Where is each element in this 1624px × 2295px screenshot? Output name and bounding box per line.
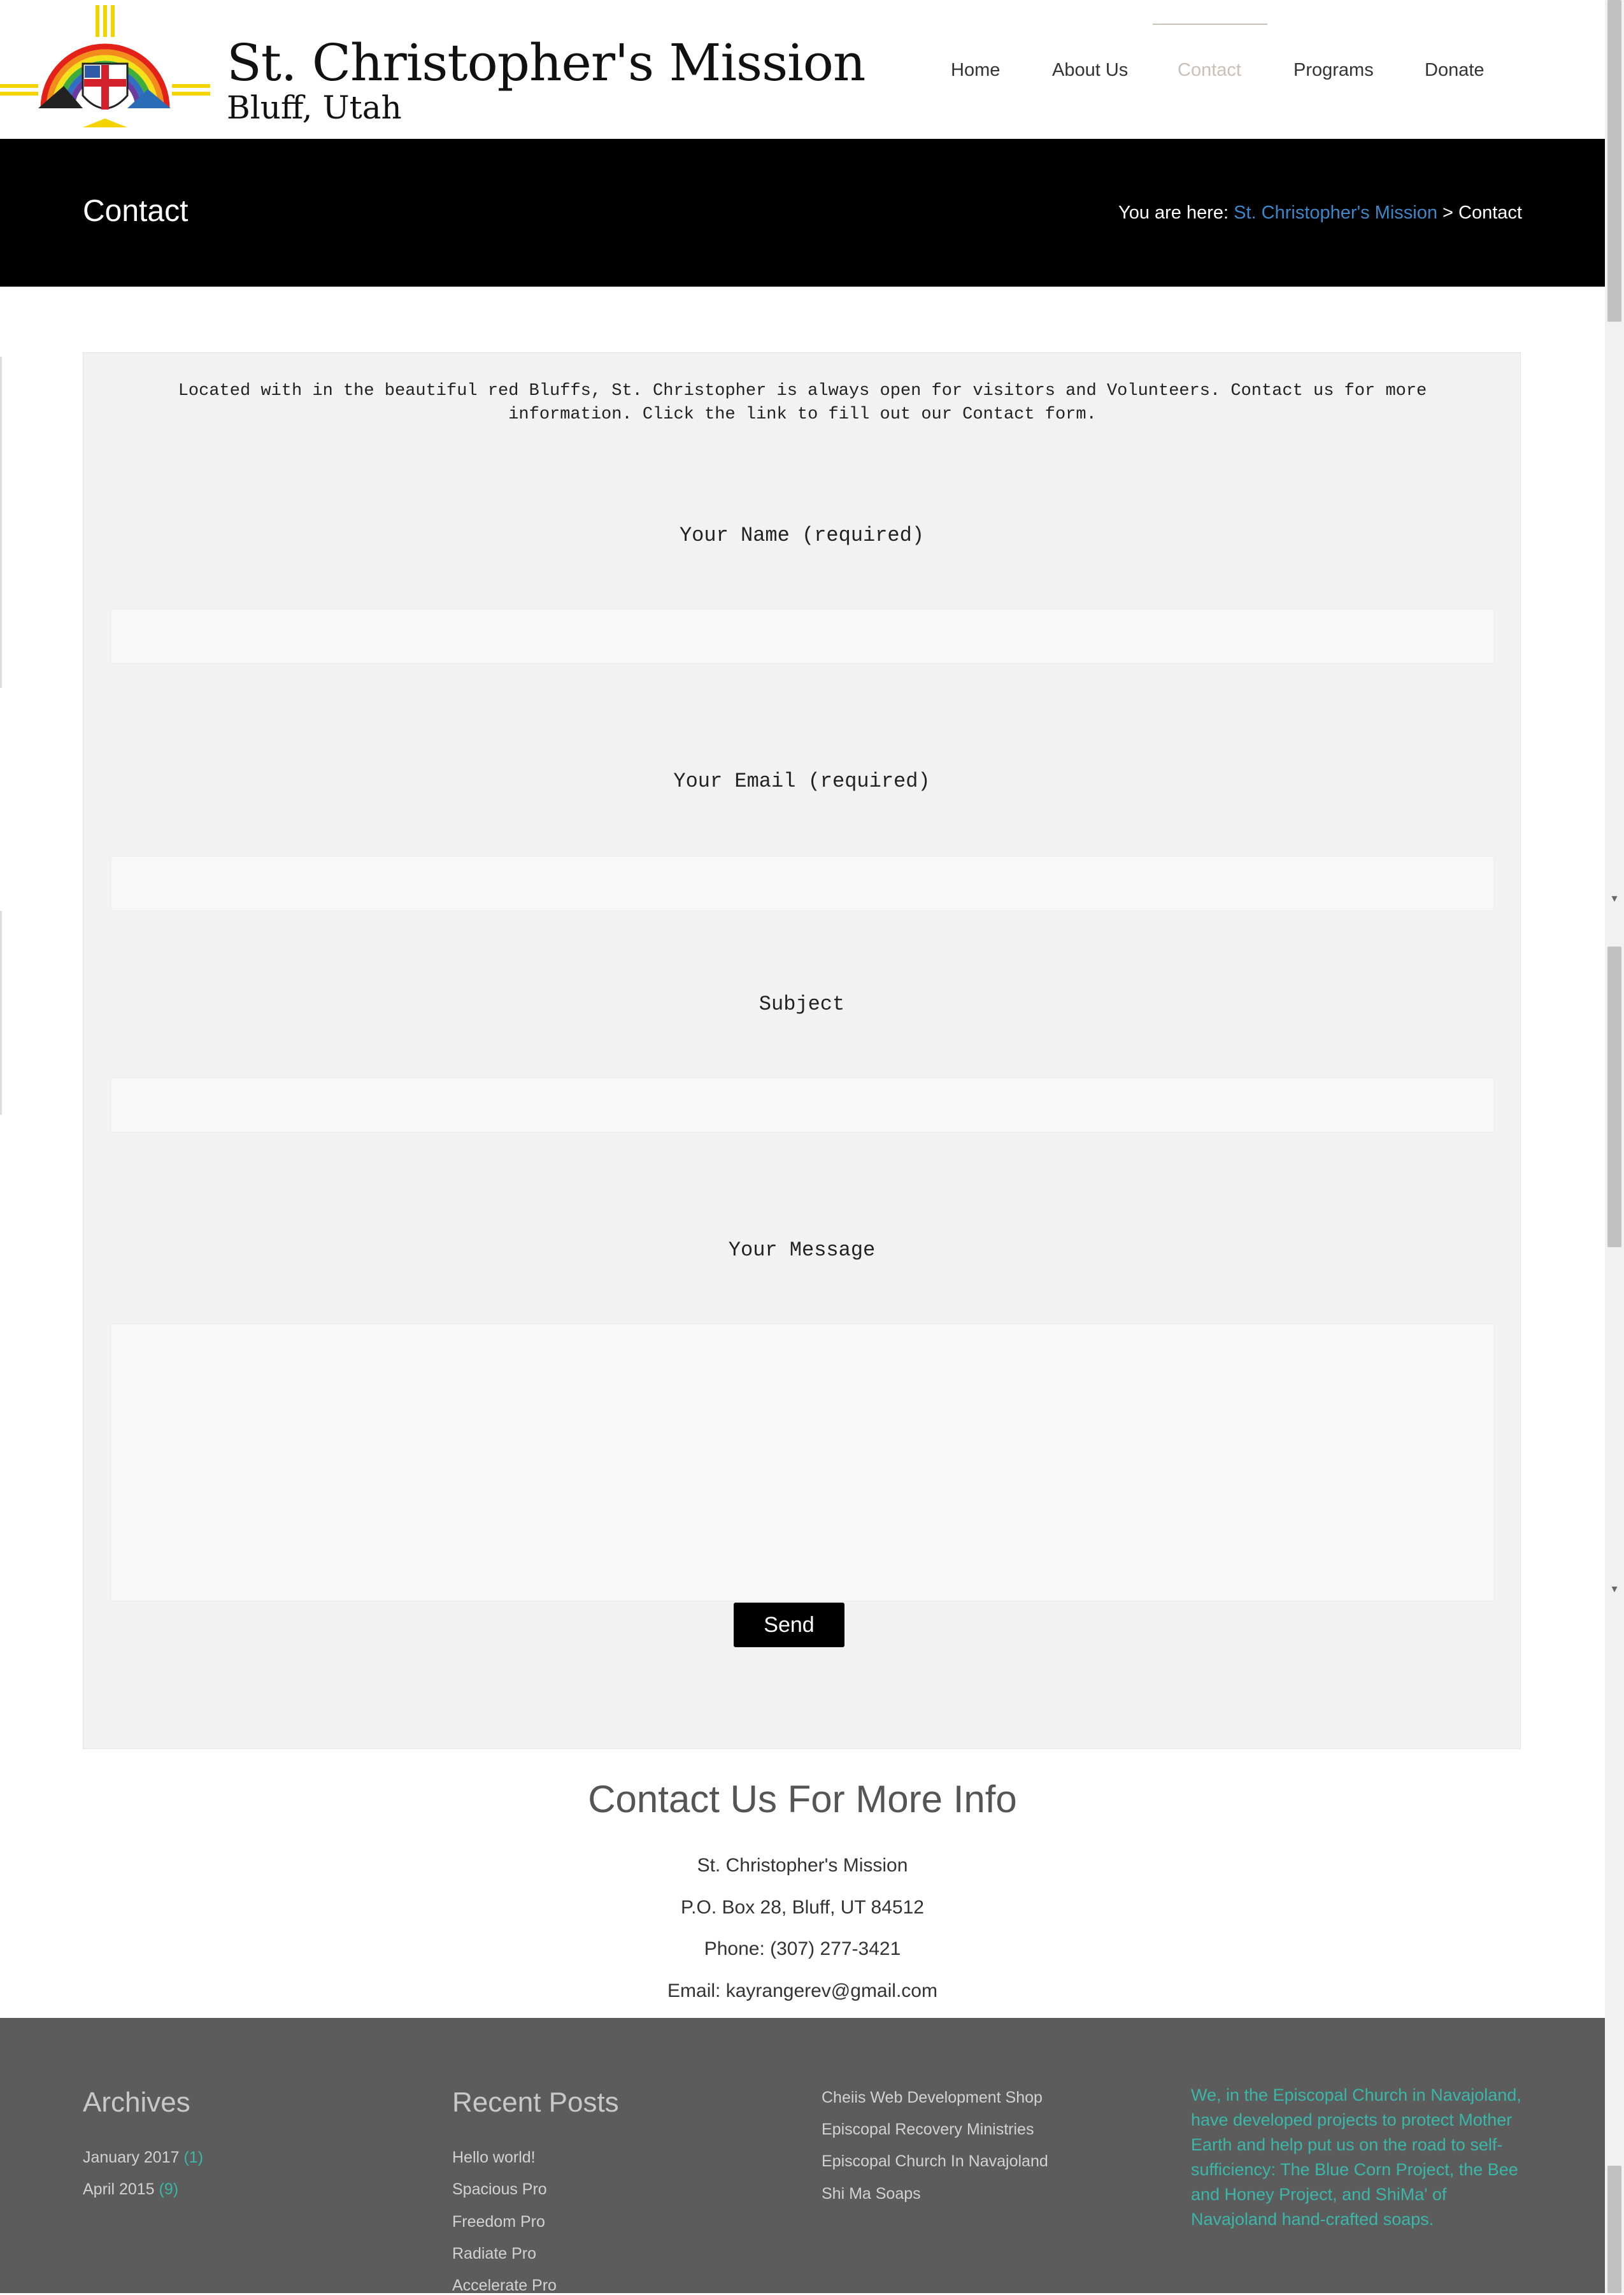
recent-post-link[interactable]: Accelerate Pro	[452, 2277, 557, 2295]
message-field[interactable]	[111, 1324, 1494, 1601]
name-label: Your Name (required)	[679, 524, 925, 547]
footer-link[interactable]: Cheiis Web Development Shop	[822, 2089, 1043, 2107]
recent-post-link[interactable]: Freedom Pro	[452, 2213, 545, 2231]
brand-subtitle: Bluff, Utah	[227, 89, 402, 126]
footer-link[interactable]: Episcopal Church In Navajoland	[822, 2152, 1048, 2171]
breadcrumb-home-link[interactable]: St. Christopher's Mission	[1234, 203, 1437, 223]
scrollbar-thumb[interactable]	[1607, 2166, 1621, 2293]
scrollbar-thumb[interactable]	[1607, 0, 1621, 322]
breadcrumb-separator: >	[1442, 203, 1453, 223]
left-edge-divider	[0, 911, 2, 1115]
site-header: St. Christopher's Mission Bluff, Utah Ho…	[0, 0, 1605, 139]
footer-mission-blurb: We, in the Episcopal Church in Navajolan…	[1191, 2085, 1521, 2229]
footer-link[interactable]: Shi Ma Soaps	[822, 2185, 921, 2203]
left-edge-divider	[0, 357, 2, 688]
scrollbar-thumb[interactable]	[1607, 947, 1621, 1247]
contact-address: P.O. Box 28, Bluff, UT 84512	[681, 1897, 924, 1918]
subject-label: Subject	[759, 992, 845, 1016]
message-label: Your Message	[728, 1238, 876, 1262]
mission-logo[interactable]	[0, 0, 210, 134]
nav-item-programs[interactable]: Programs	[1293, 60, 1374, 81]
recent-post-link[interactable]: Hello world!	[452, 2148, 536, 2167]
contact-phone: Phone: (307) 277-3421	[704, 1938, 901, 1959]
recent-post-link[interactable]: Spacious Pro	[452, 2180, 547, 2199]
archive-link[interactable]: January 2017 (1)	[83, 2148, 203, 2167]
contact-intro-text: Located with in the beautiful red Bluffs…	[178, 382, 1427, 424]
send-button[interactable]: Send	[734, 1603, 844, 1647]
recent-post-link[interactable]: Radiate Pro	[452, 2245, 536, 2263]
email-field[interactable]	[111, 856, 1494, 911]
nav-item-home[interactable]: Home	[951, 60, 1000, 81]
nav-item-contact[interactable]: Contact	[1178, 60, 1241, 81]
nav-active-indicator	[1153, 24, 1267, 25]
scroll-down-arrow-icon[interactable]: ▾	[1605, 892, 1624, 905]
scroll-down-arrow-icon[interactable]: ▾	[1605, 1582, 1624, 1596]
recent-posts-heading: Recent Posts	[452, 2087, 619, 2118]
footer-link[interactable]: Episcopal Recovery Ministries	[822, 2120, 1034, 2139]
breadcrumb: You are here: St. Christopher's Mission …	[1118, 203, 1522, 224]
email-label: Your Email (required)	[673, 769, 930, 793]
contact-info-heading: Contact Us For More Info	[588, 1778, 1017, 1820]
page-scrollbar[interactable]: ▾ ▾	[1605, 0, 1624, 2293]
brand-title[interactable]: St. Christopher's Mission	[227, 33, 865, 92]
archives-heading: Archives	[83, 2087, 190, 2118]
nav-item-about-us[interactable]: About Us	[1052, 60, 1128, 81]
breadcrumb-prefix: You are here:	[1118, 203, 1229, 223]
subject-field[interactable]	[111, 1078, 1494, 1133]
page-title: Contact	[83, 194, 189, 228]
contact-org: St. Christopher's Mission	[697, 1855, 908, 1876]
nav-item-donate[interactable]: Donate	[1425, 60, 1485, 81]
breadcrumb-current: Contact	[1458, 203, 1522, 223]
page-title-bar: Contact You are here: St. Christopher's …	[0, 139, 1605, 287]
name-field[interactable]	[111, 609, 1494, 664]
archive-link[interactable]: April 2015 (9)	[83, 2180, 178, 2199]
contact-email: Email: kayrangerev@gmail.com	[667, 1980, 937, 2001]
